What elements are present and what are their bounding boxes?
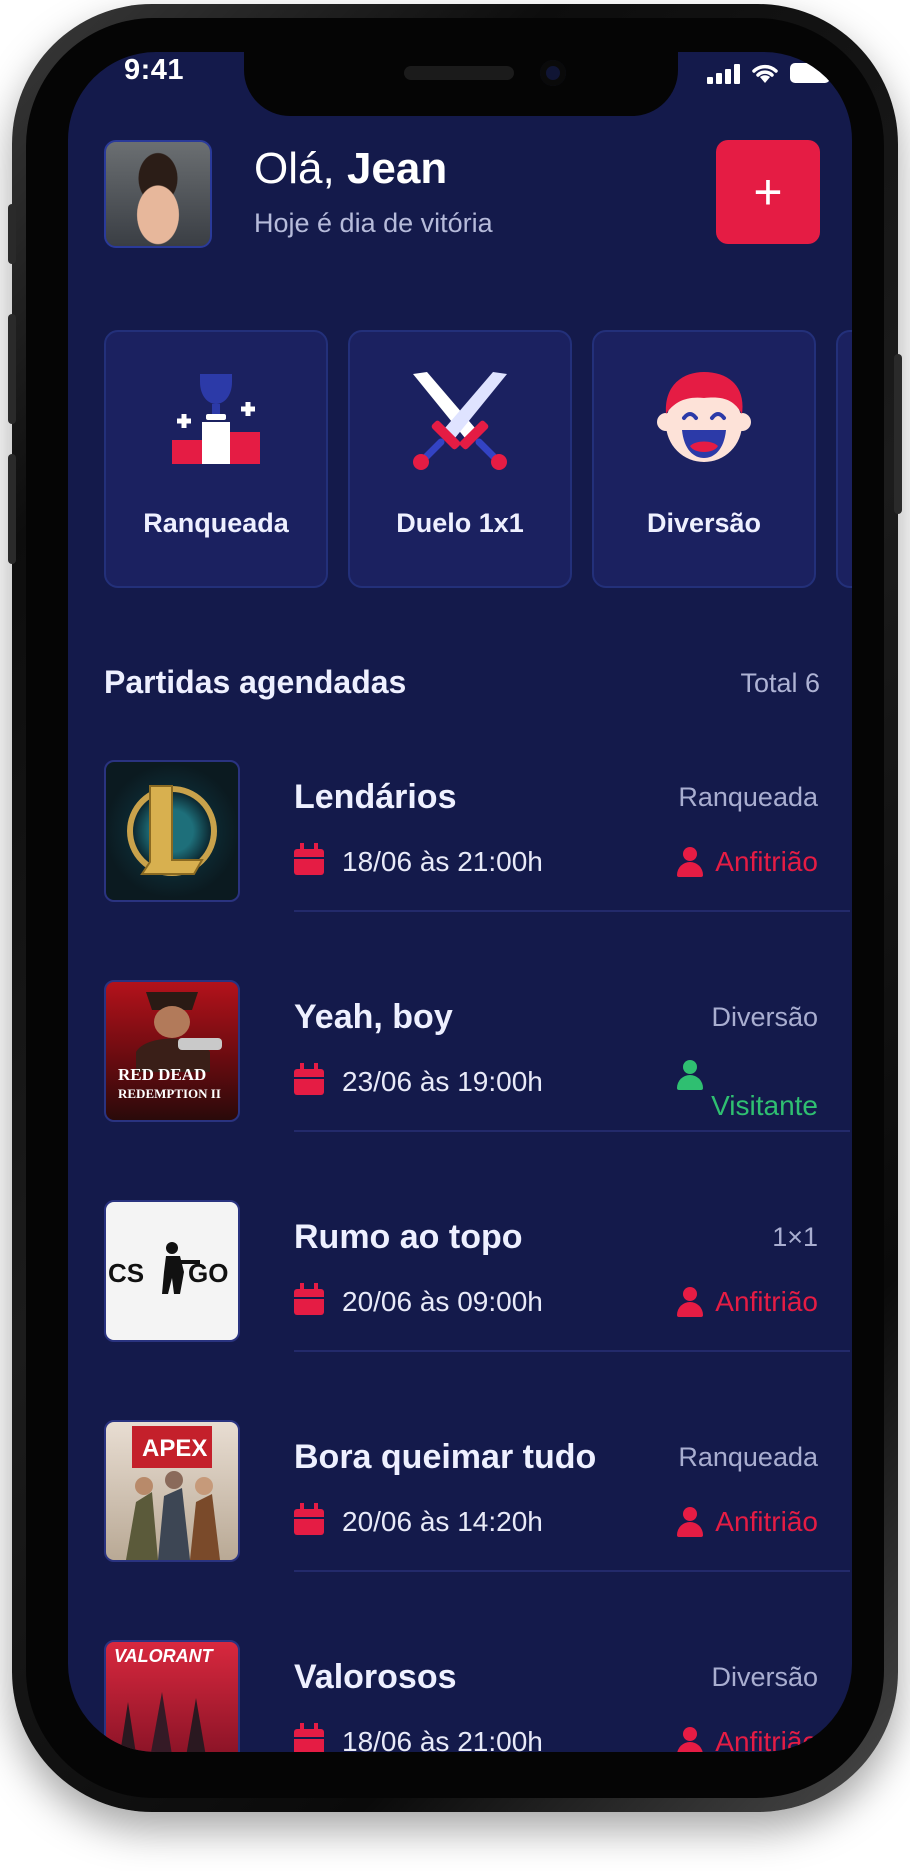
match-title: Yeah, boy xyxy=(294,998,453,1036)
match-date-text: 23/06 às 19:00h xyxy=(342,1066,543,1097)
match-role-text: Anfitrião xyxy=(715,1506,818,1537)
calendar-icon xyxy=(294,843,324,875)
divider xyxy=(294,910,850,912)
match-type: Ranqueada xyxy=(678,782,818,812)
crossed-swords-icon xyxy=(413,372,507,470)
match-date-text: 20/06 às 09:00h xyxy=(342,1286,543,1317)
game-thumbnail: APEX xyxy=(104,1420,240,1562)
match-date-text: 20/06 às 14:20h xyxy=(342,1506,543,1537)
calendar-icon xyxy=(294,1283,324,1315)
trophy-podium-icon xyxy=(172,374,260,464)
volume-down-button xyxy=(8,454,16,564)
category-duelo[interactable]: Duelo 1x1 xyxy=(348,330,572,588)
laughing-face-icon xyxy=(657,372,751,462)
status-icons xyxy=(707,62,830,84)
match-date: 20/06 às 09:00h xyxy=(294,1283,543,1318)
front-camera xyxy=(540,60,566,86)
match-role-text: Anfitrião xyxy=(715,1726,818,1752)
league-of-legends-logo xyxy=(127,785,217,876)
app-screen: 9:41 Olá, Jean Hoje é dia de vitória + R… xyxy=(68,52,852,1752)
power-button xyxy=(894,354,902,514)
match-date: 18/06 às 21:00h xyxy=(294,1723,543,1752)
valorant-cover: VALORANT xyxy=(114,1646,215,1752)
user-name: Jean xyxy=(346,144,448,193)
match-date: 18/06 às 21:00h xyxy=(294,843,543,878)
match-row[interactable]: RED DEAD REDEMPTION II Yeah, boy Diversã… xyxy=(104,980,850,1132)
match-row[interactable]: CS GO Rumo ao topo 1×1 20/06 às 09:00h A… xyxy=(104,1200,850,1352)
game-thumbnail: CS GO xyxy=(104,1200,240,1342)
status-time: 9:41 xyxy=(124,54,185,86)
wifi-icon xyxy=(752,64,778,83)
category-ranqueada[interactable]: Ranqueada xyxy=(104,330,328,588)
match-date-text: 18/06 às 21:00h xyxy=(342,1726,543,1752)
category-diversao[interactable]: Diversão xyxy=(592,330,816,588)
game-thumbnail: VALORANT xyxy=(104,1640,240,1752)
match-type: Ranqueada xyxy=(678,1442,818,1472)
category-more[interactable] xyxy=(836,330,852,588)
calendar-icon xyxy=(294,1063,324,1095)
calendar-icon xyxy=(294,1723,324,1752)
signal-icon xyxy=(707,62,740,84)
user-icon xyxy=(677,1727,704,1752)
match-title: Rumo ao topo xyxy=(294,1218,523,1256)
match-role: Anfitrião xyxy=(677,1286,818,1318)
match-role-text: Visitante xyxy=(711,1090,818,1121)
match-date: 20/06 às 14:20h xyxy=(294,1503,543,1538)
svg-text:VALORANT: VALORANT xyxy=(114,1646,215,1666)
user-icon xyxy=(677,1060,704,1090)
match-role-text: Anfitrião xyxy=(715,846,818,877)
greeting: Olá, Jean xyxy=(254,144,447,194)
divider xyxy=(294,1130,850,1132)
game-thumbnail: RED DEAD REDEMPTION II xyxy=(104,980,240,1122)
match-role: Anfitrião xyxy=(677,846,818,878)
section-title: Partidas agendadas xyxy=(104,664,407,700)
svg-text:REDEMPTION II: REDEMPTION II xyxy=(118,1086,221,1101)
divider xyxy=(294,1350,850,1352)
section-total: Total 6 xyxy=(740,668,820,698)
user-icon xyxy=(677,1507,704,1537)
match-date-text: 18/06 às 21:00h xyxy=(342,846,543,877)
match-date: 23/06 às 19:00h xyxy=(294,1063,543,1098)
match-row[interactable]: VALORANT Valorosos Diversão 18/06 às 21:… xyxy=(104,1640,850,1752)
match-row[interactable]: Lendários Ranqueada 18/06 às 21:00h Anfi… xyxy=(104,760,850,912)
match-type: 1×1 xyxy=(772,1222,818,1252)
match-role-text: Anfitrião xyxy=(715,1286,818,1317)
avatar[interactable] xyxy=(104,140,212,248)
user-icon xyxy=(677,1287,704,1317)
svg-text:CS: CS xyxy=(108,1258,144,1288)
mute-switch xyxy=(8,204,16,264)
notch xyxy=(244,52,678,116)
match-row[interactable]: APEX Bora queimar tudo Ranqueada 20/06 à… xyxy=(104,1420,850,1572)
game-thumbnail xyxy=(104,760,240,902)
match-role: Anfitrião xyxy=(677,1726,818,1752)
match-title: Lendários xyxy=(294,778,457,816)
category-label: Diversão xyxy=(646,508,762,538)
match-role: Visitante xyxy=(677,1060,818,1122)
category-label: Duelo 1x1 xyxy=(396,508,524,538)
match-role: Anfitrião xyxy=(677,1506,818,1538)
battery-icon xyxy=(790,63,830,83)
match-type: Diversão xyxy=(711,1002,818,1032)
greeting-subtitle: Hoje é dia de vitória xyxy=(254,208,493,238)
add-match-button[interactable]: + xyxy=(716,140,820,244)
match-type: Diversão xyxy=(711,1662,818,1692)
apex-legends-cover: APEX xyxy=(126,1426,220,1560)
match-title: Valorosos xyxy=(294,1658,457,1696)
svg-text:RED DEAD: RED DEAD xyxy=(118,1065,206,1084)
user-icon xyxy=(677,847,704,877)
greeting-prefix: Olá, xyxy=(254,144,335,193)
category-label: Ranqueada xyxy=(143,508,289,538)
volume-up-button xyxy=(8,314,16,424)
csgo-logo: CS GO xyxy=(108,1242,228,1294)
match-title: Bora queimar tudo xyxy=(294,1438,597,1476)
speaker xyxy=(404,66,514,80)
divider xyxy=(294,1570,850,1572)
calendar-icon xyxy=(294,1503,324,1535)
red-dead-redemption-2-cover: RED DEAD REDEMPTION II xyxy=(118,992,222,1101)
svg-text:APEX: APEX xyxy=(142,1435,207,1462)
